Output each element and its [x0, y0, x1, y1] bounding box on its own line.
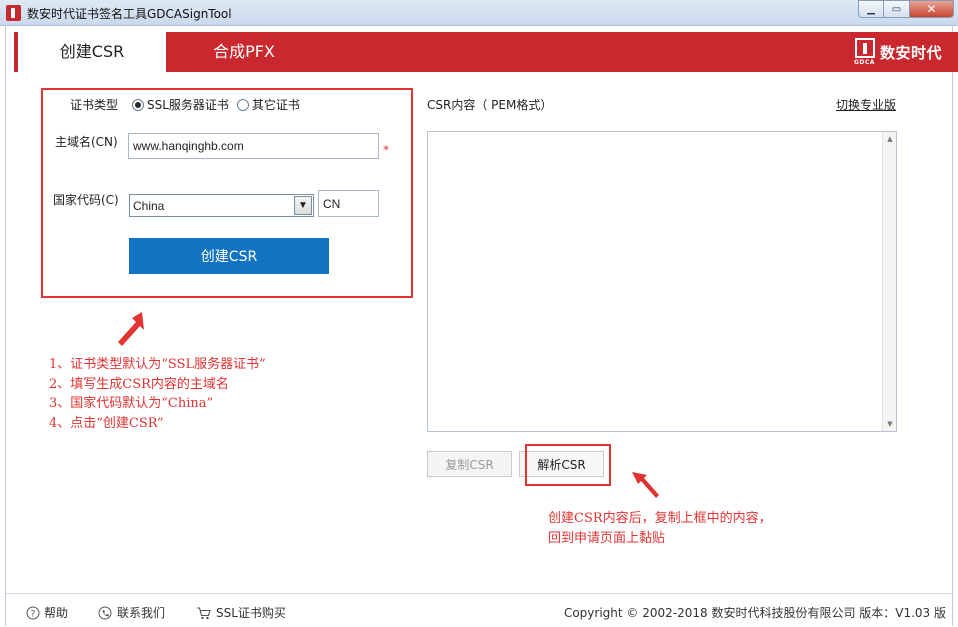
cart-icon [197, 606, 211, 619]
scroll-down-icon[interactable]: ▼ [883, 417, 897, 431]
radio-checked-icon[interactable] [132, 98, 144, 111]
maximize-button[interactable]: ▭ [884, 0, 910, 18]
annotation-note-left: 1、证书类型默认为“SSL服务器证书” 2、填写生成CSR内容的主域名 3、国家… [49, 355, 266, 433]
radio-other-label: 其它证书 [251, 98, 300, 112]
radio-other-cert[interactable]: 其它证书 [236, 96, 300, 113]
help-icon: ? [26, 606, 40, 619]
required-mark: * [383, 143, 389, 157]
header-bar: 创建CSR 合成PFX GDCA 数安时代 [14, 32, 958, 72]
copyright-text: Copyright © 2002-2018 数安时代科技股份有限公司 版本：V1… [563, 606, 946, 620]
chevron-down-icon[interactable]: ▼ [294, 196, 312, 215]
annotation-arrow-up-icon [118, 312, 144, 346]
logo-text: 数安时代 [879, 43, 942, 62]
buy-ssl-link[interactable]: SSL证书购买 [196, 604, 286, 621]
create-csr-button[interactable]: 创建CSR [129, 238, 329, 274]
tab-create-csr[interactable]: 创建CSR [18, 32, 166, 72]
logo-sub: GDCA [853, 59, 875, 66]
note2-line-1: 创建CSR内容后，复制上框中的内容， [548, 511, 772, 526]
buy-ssl-label: SSL证书购买 [216, 606, 286, 620]
contact-label: 联系我们 [117, 606, 166, 620]
cert-type-radio-group: SSL服务器证书 其它证书 [132, 96, 308, 113]
contact-link[interactable]: 联系我们 [98, 604, 165, 621]
cn-label: 主域名(CN) [55, 135, 118, 149]
radio-ssl-label: SSL服务器证书 [147, 98, 229, 112]
window-title: 数安时代证书签名工具GDCASignTool [27, 7, 232, 21]
country-select-value: China [133, 198, 165, 213]
radio-unchecked-icon[interactable] [236, 98, 249, 111]
phone-icon [98, 606, 112, 619]
copy-csr-button[interactable]: 复制CSR [427, 451, 512, 477]
scroll-up-icon[interactable]: ▲ [883, 132, 897, 146]
minimize-button[interactable]: ▁ [858, 0, 884, 18]
cn-input[interactable]: www.hanqinghb.com [128, 133, 379, 159]
country-select[interactable]: China ▼ [129, 194, 314, 217]
note2-line-2: 回到申请页面上黏贴 [548, 531, 666, 546]
annotation-arrow-left-icon [632, 472, 659, 498]
help-label: 帮助 [44, 606, 69, 620]
logo-icon: GDCA [854, 38, 876, 66]
help-link[interactable]: ? 帮助 [26, 604, 68, 621]
window-controls: ▁ ▭ ✕ [858, 0, 954, 20]
note-line-2: 2、填写生成CSR内容的主域名 [49, 376, 229, 392]
country-code-input[interactable]: CN [318, 190, 379, 217]
svg-text:?: ? [31, 609, 36, 619]
tab-compose-pfx[interactable]: 合成PFX [174, 32, 314, 72]
switch-pro-link[interactable]: 切换专业版 [836, 96, 896, 113]
note-line-4: 4、点击“创建CSR” [49, 415, 164, 431]
footer-bar: ? 帮助 联系我们 SSL证书购买 Copyright © 2002-2018 … [6, 593, 952, 626]
brand-logo: GDCA 数安时代 [854, 38, 942, 66]
note-line-3: 3、国家代码默认为“China” [49, 396, 214, 411]
note-line-1: 1、证书类型默认为“SSL服务器证书” [49, 357, 266, 372]
close-button[interactable]: ✕ [910, 0, 954, 18]
radio-ssl-cert[interactable]: SSL服务器证书 [132, 96, 229, 113]
csr-textarea[interactable]: ▲ ▼ [427, 131, 897, 432]
csr-content-label: CSR内容（ PEM格式） [427, 98, 553, 112]
cert-type-label: 证书类型 [70, 98, 119, 112]
annotation-note-right: 创建CSR内容后，复制上框中的内容， 回到申请页面上黏贴 [548, 509, 772, 549]
title-bar: 数安时代证书签名工具GDCASignTool ▁ ▭ ✕ [0, 0, 958, 26]
textarea-scrollbar[interactable]: ▲ ▼ [882, 132, 896, 431]
app-icon [6, 5, 21, 21]
country-label: 国家代码(C) [53, 193, 119, 207]
annotation-highlight-parse [525, 444, 611, 486]
